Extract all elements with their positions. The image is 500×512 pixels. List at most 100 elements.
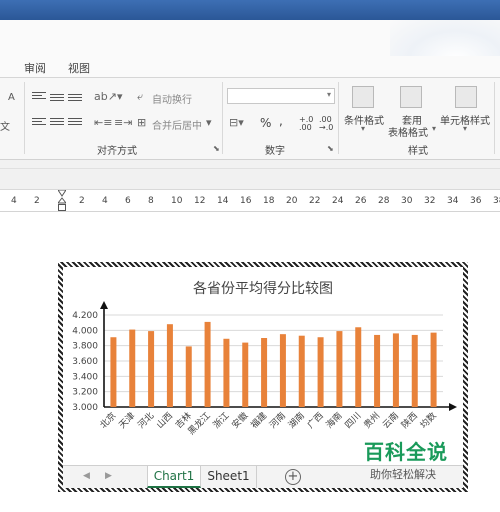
- x-tick-label: 四川: [344, 411, 364, 431]
- ruler-label: 38: [493, 196, 500, 206]
- ruler-label: 14: [217, 196, 229, 206]
- y-tick-label: 4.000: [72, 326, 98, 336]
- watermark-logo: 百科全说 助你轻松解决: [350, 436, 480, 496]
- merge-center-icon[interactable]: ⊞: [137, 116, 146, 129]
- chevron-down-icon: ▾: [361, 124, 366, 133]
- y-tick-label: 3.200: [72, 388, 98, 398]
- y-tick-label: 3.400: [72, 372, 98, 382]
- ruler-label: 32: [424, 196, 436, 206]
- bar: [110, 337, 117, 407]
- wrap-text-button[interactable]: 自动换行: [152, 91, 192, 106]
- orientation-icon[interactable]: ab↗▾: [94, 90, 122, 103]
- x-tick-label: 北京: [97, 410, 118, 431]
- watermark-subtitle: 助你轻松解决: [370, 468, 436, 481]
- group-separator: [24, 82, 25, 154]
- x-tick-label: 海南: [323, 410, 344, 431]
- ruler-label: 2: [34, 196, 40, 206]
- comma-button[interactable]: ,: [279, 114, 283, 128]
- x-axis-arrow: [449, 403, 457, 411]
- merge-dropdown-icon[interactable]: ▾: [206, 116, 212, 129]
- sheet-next-icon[interactable]: ▶: [105, 471, 112, 481]
- bar: [392, 333, 399, 407]
- ruler-label: 18: [263, 196, 275, 206]
- window-title-bar: [0, 0, 500, 20]
- y-axis-arrow: [100, 301, 108, 309]
- align-top-icon[interactable]: [32, 92, 46, 102]
- decrease-indent-icon[interactable]: ⇤≡: [94, 116, 112, 129]
- menu-bar: [0, 20, 500, 76]
- x-tick-label: 福建: [248, 410, 269, 431]
- number-launcher-icon[interactable]: ⬊: [327, 144, 334, 153]
- x-tick-label: 天津: [117, 410, 138, 431]
- accounting-format-icon[interactable]: ⊟▾: [229, 116, 244, 129]
- bar: [336, 331, 343, 407]
- x-tick-label: 贵州: [361, 410, 382, 431]
- bar: [355, 327, 362, 407]
- add-sheet-button[interactable]: +: [285, 469, 301, 485]
- wrap-text-icon[interactable]: ⤶: [137, 90, 143, 104]
- chart-title: 各省份平均得分比较图: [193, 280, 333, 297]
- sheet-tab-sheet1[interactable]: Sheet1: [201, 466, 257, 488]
- percent-button[interactable]: %: [260, 116, 271, 130]
- ruler-label: 22: [309, 196, 321, 206]
- align-center-icon[interactable]: [50, 118, 64, 128]
- number-group-label: 数字: [265, 146, 285, 157]
- x-tick-label: 河南: [267, 410, 288, 431]
- x-tick-label: 山西: [155, 410, 176, 431]
- sheet-prev-icon[interactable]: ◀: [83, 471, 90, 481]
- bar: [430, 332, 437, 407]
- ruler-label: 4: [11, 196, 17, 206]
- bar: [261, 338, 268, 407]
- indent-marker-icon[interactable]: [58, 190, 66, 212]
- align-bottom-icon[interactable]: [68, 94, 82, 104]
- align-right-icon[interactable]: [68, 118, 82, 128]
- align-middle-icon[interactable]: [50, 94, 64, 104]
- bar: [298, 335, 305, 407]
- increase-indent-icon[interactable]: ≡⇥: [114, 116, 132, 129]
- ruler-label: 4: [102, 196, 108, 206]
- table-format-line2[interactable]: 表格格式: [388, 124, 428, 139]
- divider: [0, 168, 500, 169]
- x-tick-label: 云南: [380, 410, 401, 431]
- x-tick-label: 河北: [135, 410, 156, 431]
- styles-group-label: 样式: [408, 146, 428, 157]
- decrease-decimal-button[interactable]: .00 →.0: [319, 116, 335, 132]
- watermark-title: 百科全说: [364, 440, 448, 464]
- number-format-combo[interactable]: ▾: [227, 88, 335, 104]
- sheet-tab-chart1[interactable]: Chart1: [147, 466, 201, 488]
- ruler-label: 28: [378, 196, 390, 206]
- increase-decimal-button[interactable]: +.0 .00: [299, 116, 315, 132]
- bar: [223, 338, 230, 407]
- ruler-label: 24: [332, 196, 344, 206]
- x-tick-label: 安徽: [229, 410, 250, 431]
- bar: [317, 337, 324, 407]
- ruler-label: 10: [171, 196, 183, 206]
- bar: [411, 334, 418, 407]
- font-size-partial[interactable]: A: [8, 92, 15, 103]
- conditional-format-icon[interactable]: [352, 86, 374, 108]
- ruler-label: 20: [286, 196, 298, 206]
- ruler-label: 16: [240, 196, 252, 206]
- ruler-label: 2: [79, 196, 85, 206]
- alignment-launcher-icon[interactable]: ⬊: [213, 144, 220, 153]
- y-tick-label: 4.200: [72, 311, 98, 321]
- bar: [129, 329, 136, 407]
- group-separator: [494, 82, 495, 154]
- table-format-icon[interactable]: [400, 86, 422, 108]
- cell-style-icon[interactable]: [455, 86, 477, 108]
- ruler: 422468101214161820222426283032343638: [0, 190, 500, 212]
- ruler-label: 34: [447, 196, 459, 206]
- tab-review[interactable]: 审阅: [24, 60, 46, 76]
- x-tick-label: 均数: [417, 410, 438, 431]
- ribbon: A 文 ab↗▾ ⤶ 自动换行 ⇤≡ ≡⇥ ⊞ 合并后居中 ▾ 对齐方式 ⬊ ▾…: [0, 78, 500, 160]
- group-separator: [222, 82, 223, 154]
- align-left-icon[interactable]: [32, 118, 46, 128]
- bar: [374, 334, 381, 407]
- merge-center-button[interactable]: 合并后居中: [152, 117, 202, 132]
- tab-view[interactable]: 视图: [68, 60, 90, 76]
- ruler-label: 30: [401, 196, 413, 206]
- x-tick-label: 浙江: [210, 410, 231, 431]
- phonetic-partial[interactable]: 文: [0, 118, 10, 133]
- ruler-label: 12: [194, 196, 206, 206]
- ruler-label: 36: [470, 196, 482, 206]
